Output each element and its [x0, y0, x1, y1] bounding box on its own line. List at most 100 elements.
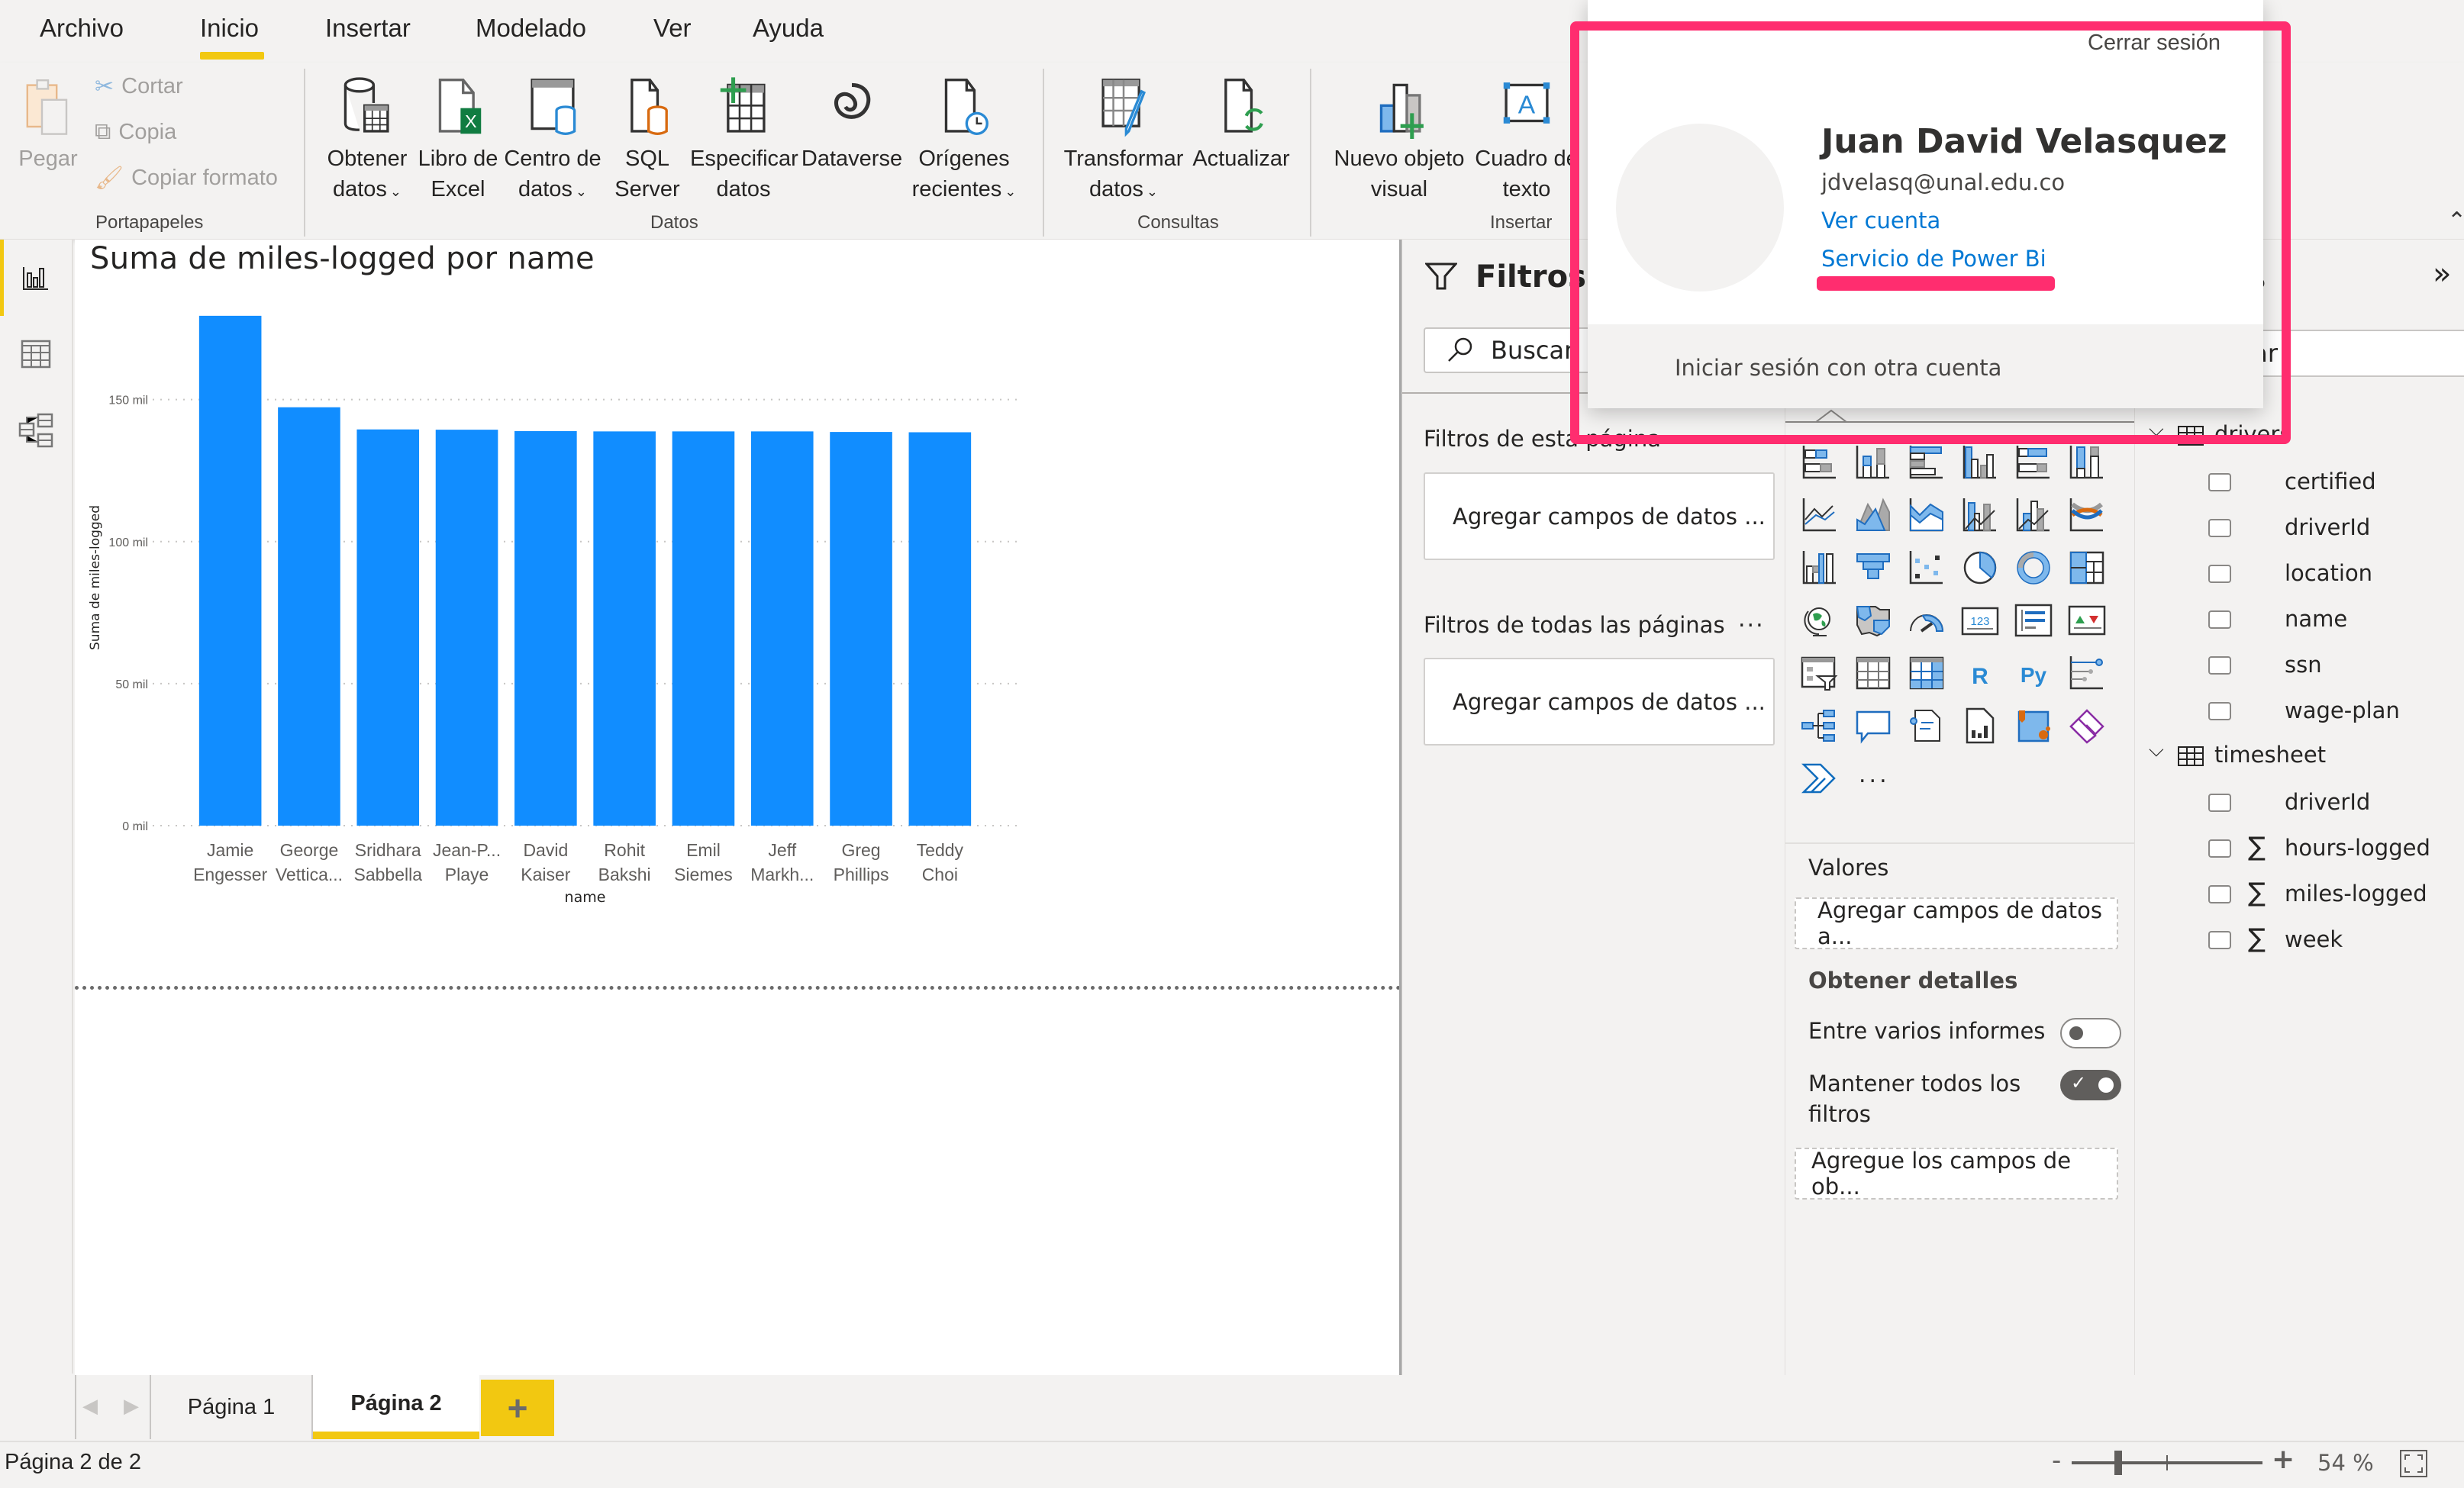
collapse-ribbon-icon[interactable]: ⌃	[2447, 208, 2464, 234]
100-stacked-column-icon[interactable]	[2068, 444, 2106, 481]
transform-data-button[interactable]: Transformar datos ⌄	[1059, 75, 1188, 207]
page-tab-2[interactable]: Página 2	[313, 1375, 479, 1439]
bar[interactable]	[672, 431, 735, 826]
field-item[interactable]: certified	[2135, 462, 2464, 505]
stacked-column-icon[interactable]	[1854, 444, 1892, 481]
bar[interactable]	[198, 315, 262, 826]
table-icon[interactable]	[1854, 655, 1892, 691]
page-tab-1[interactable]: Página 1	[151, 1375, 313, 1439]
field-checkbox[interactable]	[2208, 610, 2231, 629]
expand-pane-icon[interactable]: »	[2433, 256, 2451, 291]
chevron-down-icon[interactable]: ⌵	[2149, 418, 2164, 442]
excel-workbook-button[interactable]: X Libro de Excel	[415, 75, 501, 205]
menu-tab-modelado[interactable]: Modelado	[476, 14, 586, 43]
values-drop-well[interactable]: Agregar campos de datos a...	[1795, 897, 2118, 949]
power-automate-icon[interactable]	[1801, 760, 1839, 797]
field-checkbox[interactable]	[2208, 885, 2231, 903]
field-checkbox[interactable]	[2208, 702, 2231, 720]
all-pages-filters-drop-well[interactable]: Agregar campos de datos ...	[1424, 658, 1775, 746]
refresh-button[interactable]: Actualizar	[1188, 75, 1295, 174]
recent-sources-button[interactable]: Orígenes recientes ⌄	[907, 75, 1021, 207]
report-canvas[interactable]: Suma de miles-logged por name 0 mil 50 mi…	[75, 240, 1401, 1375]
menu-tab-ayuda[interactable]: Ayuda	[753, 14, 824, 43]
drillthrough-drop-well[interactable]: Agregue los campos de ob...	[1795, 1148, 2118, 1200]
slicer-icon[interactable]	[1801, 655, 1839, 691]
field-item[interactable]: wage-plan	[2135, 691, 2464, 734]
page-filters-drop-well[interactable]: Agregar campos de datos ...	[1424, 472, 1775, 560]
menu-tab-inicio[interactable]: Inicio	[200, 14, 259, 43]
dataverse-button[interactable]: Dataverse	[798, 75, 905, 174]
keep-filters-toggle[interactable]: ✓	[2060, 1070, 2121, 1100]
treemap-icon[interactable]	[2068, 549, 2106, 586]
cut-button[interactable]: ✂ Cortar	[95, 73, 183, 100]
data-hub-button[interactable]: Centro de datos ⌄	[501, 75, 605, 207]
model-view-button[interactable]	[0, 392, 72, 469]
bar[interactable]	[435, 430, 498, 826]
bar[interactable]	[593, 431, 656, 826]
waterfall-icon[interactable]	[1801, 549, 1839, 586]
azure-map-icon[interactable]	[2014, 707, 2053, 744]
format-painter-button[interactable]: 🖌 Copiar formato	[95, 165, 278, 192]
next-page-icon[interactable]: ▶	[124, 1395, 139, 1418]
chevron-down-icon[interactable]: ⌵	[2149, 739, 2164, 762]
view-account-link[interactable]: Ver cuenta	[1821, 208, 1940, 234]
data-view-button[interactable]	[0, 316, 72, 392]
fit-to-page-icon[interactable]	[2400, 1450, 2427, 1477]
field-item[interactable]: ∑ week	[2135, 920, 2464, 963]
switch-account-link[interactable]: Iniciar sesión con otra cuenta	[1675, 355, 2001, 381]
new-visual-button[interactable]: Nuevo objeto visual	[1327, 75, 1472, 205]
sign-out-link[interactable]: Cerrar sesión	[2088, 31, 2221, 56]
zoom-out-button[interactable]: -	[2052, 1445, 2061, 1476]
bar-chart-visual[interactable]: Suma de miles-logged por name 0 mil 50 mi…	[75, 240, 1067, 926]
field-checkbox[interactable]	[2208, 473, 2231, 491]
clustered-bar-icon[interactable]	[1908, 444, 1946, 481]
field-item[interactable]: location	[2135, 554, 2464, 597]
funnel-icon[interactable]	[1854, 549, 1892, 586]
zoom-slider[interactable]	[2072, 1451, 2262, 1475]
field-checkbox[interactable]	[2208, 839, 2231, 858]
enter-data-button[interactable]: Especificar datos	[690, 75, 798, 205]
text-box-button[interactable]: A Cuadro de texto	[1473, 75, 1580, 227]
paste-button[interactable]: Pegar	[14, 78, 82, 174]
power-apps-icon[interactable]	[2068, 707, 2106, 744]
map-icon[interactable]	[1801, 602, 1839, 639]
bar[interactable]	[750, 431, 814, 826]
field-item[interactable]: driverId	[2135, 508, 2464, 551]
prev-page-icon[interactable]: ◀	[82, 1395, 98, 1418]
power-bi-service-link[interactable]: Servicio de Power Bi	[1821, 246, 2046, 272]
page-filters-more-button[interactable]: ...	[1738, 420, 1765, 446]
field-item[interactable]: ∑ miles-logged	[2135, 874, 2464, 917]
donut-icon[interactable]	[2014, 549, 2053, 586]
field-checkbox[interactable]	[2208, 931, 2231, 949]
100-stacked-bar-icon[interactable]	[2014, 444, 2053, 481]
menu-tab-archivo[interactable]: Archivo	[40, 14, 124, 43]
line-clustered-column-icon[interactable]	[1961, 497, 1999, 533]
cross-report-toggle[interactable]	[2060, 1018, 2121, 1048]
bar[interactable]	[514, 430, 577, 826]
report-view-button[interactable]	[0, 240, 72, 316]
bar[interactable]	[830, 432, 892, 826]
zoom-slider-thumb[interactable]	[2114, 1451, 2122, 1475]
field-checkbox[interactable]	[2208, 519, 2231, 537]
bar[interactable]	[908, 432, 972, 826]
key-influencers-icon[interactable]	[2068, 655, 2106, 691]
menu-tab-ver[interactable]: Ver	[653, 14, 692, 43]
copy-button[interactable]: ⧉ Copia	[95, 119, 176, 145]
zoom-in-button[interactable]: +	[2272, 1444, 2295, 1475]
menu-tab-insertar[interactable]: Insertar	[325, 14, 411, 43]
field-item[interactable]: ∑ hours-logged	[2135, 829, 2464, 871]
add-page-button[interactable]: +	[481, 1380, 554, 1436]
more-visuals-button[interactable]: ...	[1859, 762, 1890, 788]
get-data-button[interactable]: Obtener datos ⌄	[319, 75, 415, 207]
qa-icon[interactable]	[1854, 707, 1892, 744]
paginated-report-icon[interactable]	[1961, 707, 1999, 744]
field-item[interactable]: driverId	[2135, 783, 2464, 826]
field-item[interactable]: name	[2135, 600, 2464, 643]
line-chart-icon[interactable]	[1801, 497, 1839, 533]
all-pages-filters-more-button[interactable]: ...	[1738, 606, 1765, 633]
card-icon[interactable]: 123	[1961, 602, 1999, 639]
multi-row-card-icon[interactable]	[2014, 602, 2053, 639]
decomposition-tree-icon[interactable]	[1801, 707, 1839, 744]
field-checkbox[interactable]	[2208, 656, 2231, 675]
smart-narrative-icon[interactable]	[1908, 707, 1946, 744]
